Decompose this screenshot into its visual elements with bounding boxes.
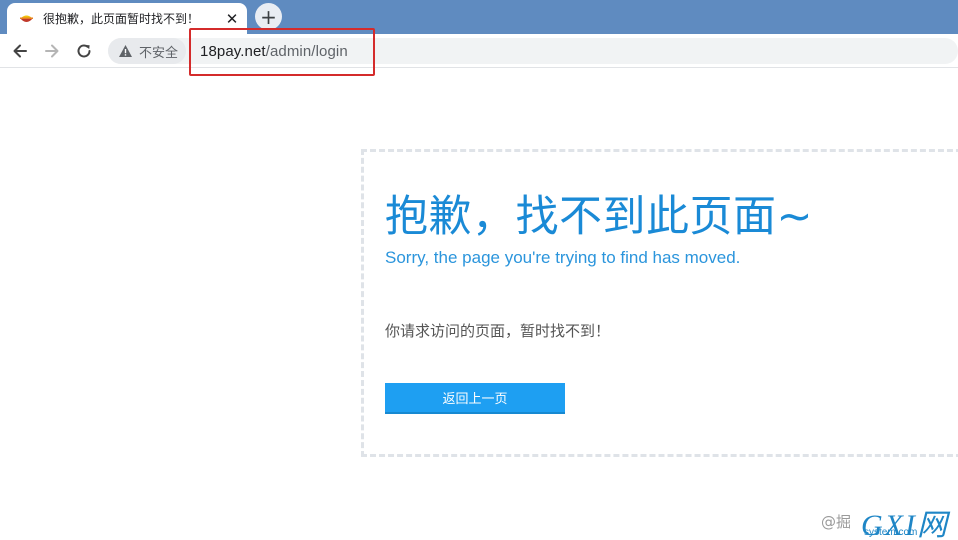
security-chip[interactable]: 不安全 <box>108 38 187 64</box>
reload-button[interactable] <box>70 37 98 65</box>
tab-title: 很抱歉，此页面暂时找不到！ <box>43 12 200 26</box>
error-message: 你请求访问的页面，暂时找不到！ <box>385 322 611 340</box>
watermark-site: system.com <box>864 527 918 538</box>
new-tab-button[interactable]: + <box>255 3 282 30</box>
close-icon[interactable]: ✕ <box>220 7 244 31</box>
arrow-right-icon <box>45 44 59 58</box>
back-button[interactable] <box>6 37 34 65</box>
error-subtitle: Sorry, the page you're trying to find ha… <box>385 248 741 267</box>
error-title: 抱歉，找不到此页面~ <box>385 192 814 242</box>
security-label: 不安全 <box>139 45 179 61</box>
reload-icon <box>77 44 91 58</box>
browser-toolbar: 不安全 18pay.net/admin/login <box>0 34 958 68</box>
back-button-page[interactable]: 返回上一页 <box>385 383 565 414</box>
watermark-prefix: @掘 <box>821 513 852 531</box>
bowl-icon <box>18 10 35 27</box>
tab-strip: 很抱歉，此页面暂时找不到！ ✕ + <box>0 0 958 34</box>
forward-button[interactable] <box>38 37 66 65</box>
url-highlight-box <box>189 28 375 76</box>
error-panel: 抱歉，找不到此页面~ Sorry, the page you're trying… <box>361 149 958 457</box>
warning-icon <box>119 45 132 57</box>
arrow-left-icon <box>13 44 27 58</box>
